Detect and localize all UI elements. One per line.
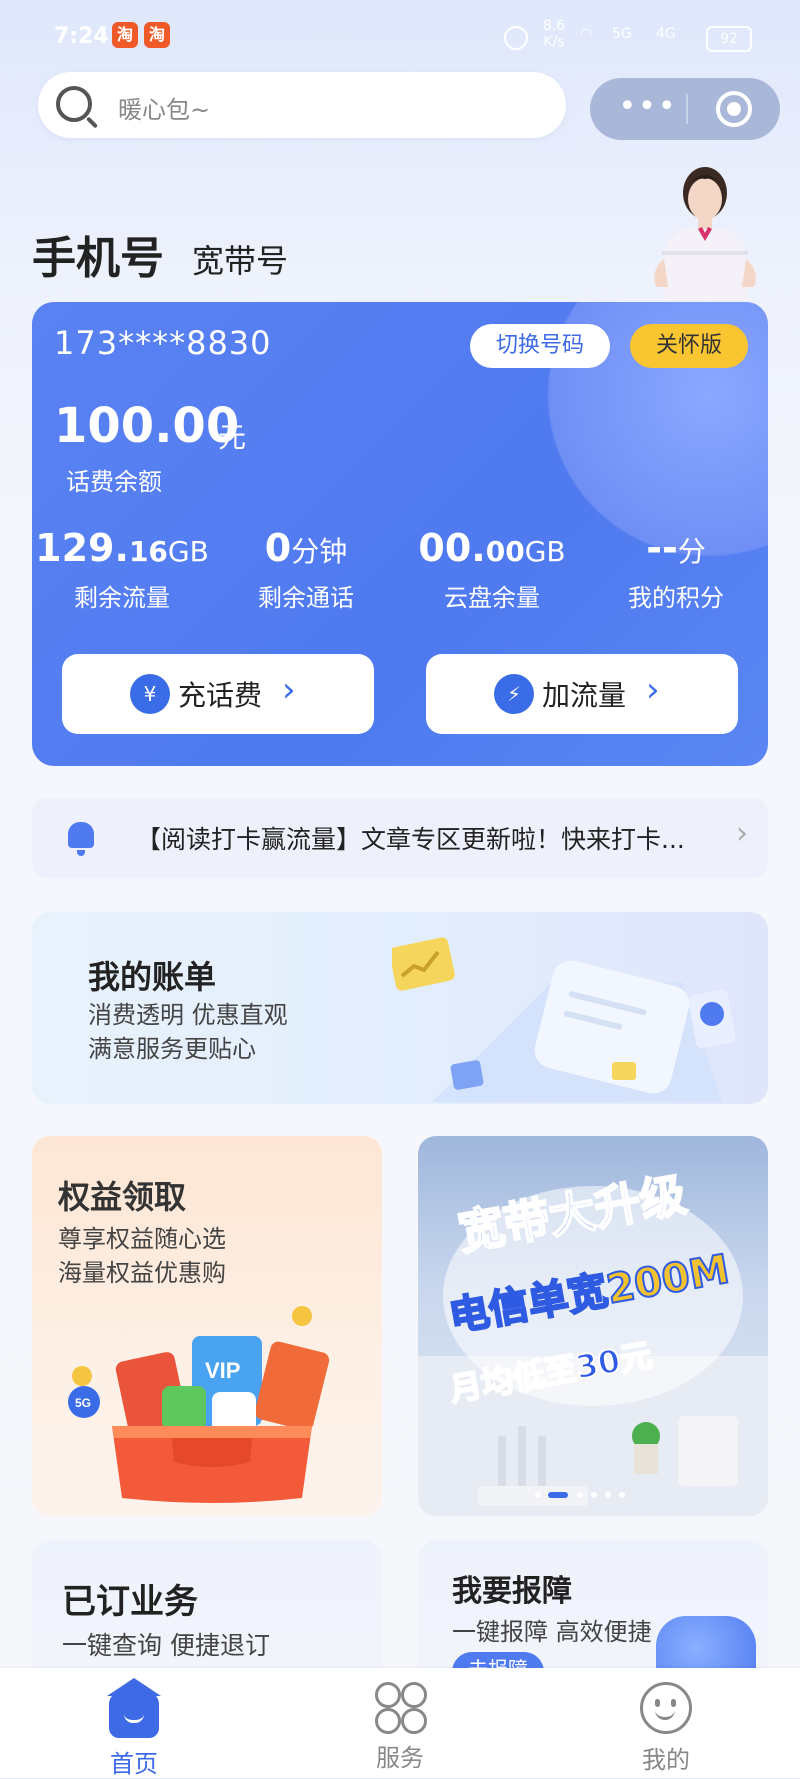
- stat-label: 剩余通话: [258, 584, 354, 612]
- customer-service-avatar: [654, 167, 756, 300]
- account-card: 173****8830 切换号码 关怀版 100.00 元 话费余额 129.1…: [32, 302, 768, 766]
- add-data-button[interactable]: ⚡ 加流量 ›: [426, 654, 738, 734]
- promo-illustration: 宽带大升级 电信单宽200M 月均低至30元: [418, 1166, 768, 1516]
- rights-line-1: 尊享权益随心选: [58, 1225, 226, 1253]
- stat-points[interactable]: --分: [586, 526, 766, 570]
- add-data-label: 加流量: [542, 679, 627, 712]
- smiley-icon: [640, 1682, 692, 1734]
- my-bill-banner[interactable]: 我的账单 消费透明 优惠直观 满意服务更贴心: [32, 912, 768, 1104]
- phone-number: 173****8830: [54, 324, 272, 362]
- stat-value: --: [646, 526, 678, 570]
- recharge-label: 充话费: [178, 679, 263, 712]
- signal-4g: 4G: [656, 26, 676, 42]
- chevron-right-icon: ›: [646, 670, 660, 710]
- stat-value: 00.: [418, 526, 486, 570]
- balance-value: 100.00: [54, 398, 240, 454]
- notice-bar[interactable]: 【阅读打卡赢流量】文章专区更新啦！快来打卡... ›: [32, 798, 768, 878]
- care-mode-button[interactable]: 关怀版: [630, 324, 748, 368]
- search-icon: [56, 86, 92, 122]
- capsule-divider: [686, 94, 688, 124]
- stat-data-remaining[interactable]: 129.16GB: [32, 526, 212, 570]
- search-bar[interactable]: 暖心包~: [38, 72, 566, 138]
- signal-5g: 5G: [612, 26, 632, 42]
- stat-label: 我的积分: [628, 584, 724, 612]
- alarm-icon: [504, 26, 528, 50]
- rights-subtitle: 尊享权益随心选 海量权益优惠购: [58, 1222, 226, 1290]
- more-menu-button[interactable]: •••: [618, 92, 678, 122]
- bill-line-2: 满意服务更贴心: [88, 1035, 256, 1063]
- stat-unit: 分钟: [291, 535, 348, 568]
- 5g-badge-label: 5G: [75, 1396, 91, 1410]
- report-fault-card[interactable]: 我要报障 一键报障 高效便捷 去报障: [418, 1540, 768, 1680]
- vip-card-label: VIP: [205, 1358, 240, 1383]
- rights-claim-card[interactable]: 权益领取 尊享权益随心选 海量权益优惠购 5G VIP: [32, 1136, 382, 1516]
- close-miniapp-button[interactable]: [716, 91, 752, 127]
- status-bar: 7:24 淘 淘 8.6 K/s ◠ 5G 4G 92: [0, 0, 800, 70]
- broadband-promo-banner[interactable]: 宽带大升级 电信单宽200M 月均低至30元: [418, 1136, 768, 1516]
- subscribed-services-card[interactable]: 已订业务 一键查询 便捷退订: [32, 1540, 382, 1680]
- stat-value-decimal: 00: [485, 535, 525, 568]
- gift-bag-illustration: 5G VIP: [68, 1306, 330, 1503]
- tab-broadband[interactable]: 宽带号: [192, 236, 288, 282]
- bottom-tab-bar: 首页 服务 我的: [0, 1668, 800, 1778]
- stat-value-decimal: 16: [128, 535, 168, 568]
- status-time: 7:24: [54, 24, 109, 49]
- tab-service-label: 服务: [376, 1744, 424, 1772]
- notice-text: 【阅读打卡赢流量】文章专区更新啦！快来打卡...: [136, 825, 685, 854]
- subscribed-desc: 一键查询 便捷退订: [62, 1631, 270, 1660]
- stat-unit: GB: [167, 535, 209, 568]
- stat-value: 0: [264, 526, 292, 570]
- stat-cloud-storage[interactable]: 00.00GB: [402, 526, 582, 570]
- stat-label: 云盘余量: [444, 584, 540, 612]
- bill-illustration: [392, 937, 736, 1102]
- home-icon: [107, 1678, 161, 1738]
- balance-unit: 元: [218, 421, 247, 454]
- bill-subtitle: 消费透明 优惠直观 满意服务更贴心: [88, 998, 288, 1066]
- rights-title: 权益领取: [58, 1178, 187, 1216]
- balance-label: 话费余额: [66, 468, 162, 496]
- tab-mine[interactable]: 我的: [596, 1682, 736, 1775]
- recharge-icon: ¥: [130, 674, 170, 714]
- tab-home[interactable]: 首页: [64, 1678, 204, 1779]
- report-desc: 一键报障 高效便捷: [452, 1618, 652, 1646]
- chevron-right-icon: ›: [282, 670, 296, 710]
- stat-call-minutes[interactable]: 0分钟: [216, 526, 396, 570]
- recharge-button[interactable]: ¥ 充话费 ›: [62, 654, 374, 734]
- net-speed: 8.6 K/s: [542, 18, 566, 50]
- tab-mine-label: 我的: [642, 1746, 690, 1774]
- data-bolt-icon: ⚡: [494, 674, 534, 714]
- stat-label: 剩余流量: [74, 584, 170, 612]
- carousel-dots: [528, 1486, 668, 1498]
- stat-value: 129.: [35, 526, 129, 570]
- battery-indicator: 92: [706, 26, 752, 52]
- bell-icon: [68, 822, 94, 856]
- rights-line-2: 海量权益优惠购: [58, 1259, 226, 1287]
- chevron-right-icon: ›: [736, 816, 748, 851]
- tab-service[interactable]: 服务: [330, 1682, 470, 1773]
- report-title: 我要报障: [452, 1574, 572, 1609]
- switch-number-button[interactable]: 切换号码: [470, 324, 610, 368]
- tab-home-label: 首页: [110, 1750, 158, 1778]
- taobao-badge-icon: 淘: [144, 22, 170, 48]
- tab-phone-number[interactable]: 手机号: [32, 222, 164, 286]
- bill-line-1: 消费透明 优惠直观: [88, 1001, 288, 1029]
- search-placeholder: 暖心包~: [118, 96, 211, 124]
- stat-unit: GB: [524, 535, 566, 568]
- subscribed-title: 已订业务: [62, 1582, 198, 1622]
- miniapp-capsule: •••: [590, 78, 780, 140]
- grid-icon: [375, 1682, 427, 1734]
- stat-unit: 分: [677, 535, 706, 568]
- wifi-icon: ◠: [580, 26, 593, 42]
- taobao-badge-icon: 淘: [112, 22, 138, 48]
- bill-title: 我的账单: [88, 958, 217, 996]
